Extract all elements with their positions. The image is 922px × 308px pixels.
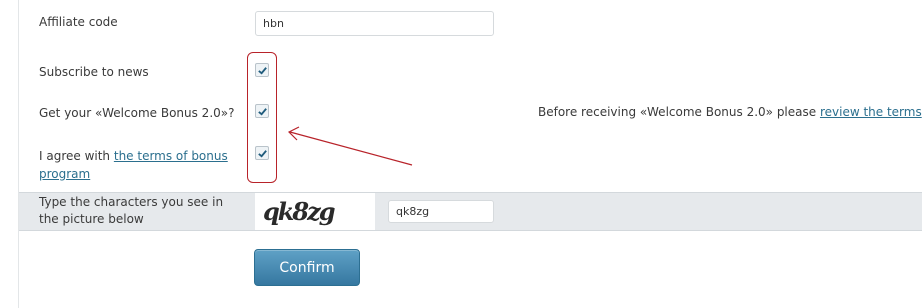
captcha-label: Type the characters you see in the pictu…	[39, 195, 224, 226]
welcome-bonus-note: Before receiving «Welcome Bonus 2.0» ple…	[538, 103, 922, 121]
annotation-highlight-box	[247, 52, 277, 183]
welcome-bonus-label: Get your «Welcome Bonus 2.0»?	[39, 106, 235, 120]
captcha-image: qk8zg	[255, 193, 375, 230]
terms-agree-text: I agree with	[39, 149, 114, 163]
subscribe-label: Subscribe to news	[39, 65, 149, 79]
captcha-input[interactable]	[388, 200, 494, 223]
captcha-graphic: qk8zg	[263, 197, 337, 226]
captcha-image-text: qk8zg	[263, 197, 335, 226]
affiliate-code-label: Affiliate code	[39, 15, 118, 29]
confirm-button[interactable]: Confirm	[254, 249, 360, 286]
terms-agree-label: I agree with the terms of bonus program	[39, 147, 239, 183]
annotation-arrow-icon	[287, 126, 413, 166]
welcome-bonus-note-text: Before receiving «Welcome Bonus 2.0» ple…	[538, 105, 820, 119]
affiliate-code-input[interactable]	[255, 11, 494, 36]
review-terms-link[interactable]: review the terms	[820, 105, 922, 119]
